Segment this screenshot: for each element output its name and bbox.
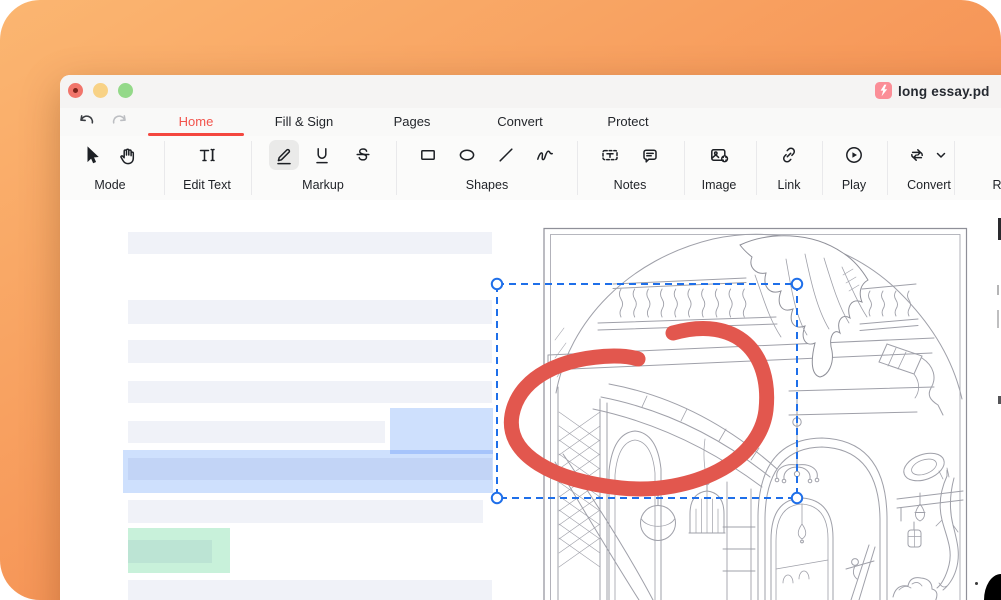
- resize-handle-se[interactable]: [792, 493, 802, 503]
- screenshot-canvas: long essay.pd Home Fill & Sign Pages Conver…: [0, 0, 1001, 600]
- green-highlight[interactable]: [128, 528, 230, 573]
- tab-fill-sign[interactable]: Fill & Sign: [275, 114, 334, 129]
- toolbar-separator: [887, 141, 888, 195]
- cursor-icon[interactable]: [79, 143, 103, 167]
- toolbar-separator: [251, 141, 252, 195]
- line-icon[interactable]: [494, 143, 518, 167]
- rectangle-icon[interactable]: [416, 143, 440, 167]
- toolbar-separator: [822, 141, 823, 195]
- play-icon[interactable]: [842, 143, 866, 167]
- toolbar-separator: [954, 141, 955, 195]
- toolbar-separator: [396, 141, 397, 195]
- zoom-button[interactable]: [118, 83, 133, 98]
- close-button[interactable]: [68, 83, 83, 98]
- clipped-content-right: [997, 285, 999, 295]
- undo-icon[interactable]: [76, 110, 98, 132]
- ellipse-icon[interactable]: [455, 143, 479, 167]
- window-title: long essay.pd: [898, 84, 990, 99]
- toolbar-group-label-edit-text: Edit Text: [183, 178, 231, 192]
- corner-dot: [975, 582, 978, 585]
- text-placeholder-line: [128, 580, 492, 600]
- text-placeholder-line: [128, 381, 492, 403]
- comment-icon[interactable]: [638, 143, 662, 167]
- toolbar-group-label-image: Image: [702, 178, 737, 192]
- strikethrough-icon[interactable]: [351, 143, 375, 167]
- link-icon[interactable]: [777, 143, 801, 167]
- image-icon[interactable]: [707, 143, 731, 167]
- tab-home[interactable]: Home: [179, 114, 214, 129]
- text-placeholder-line: [128, 500, 483, 523]
- pdf-file-icon: [875, 82, 892, 99]
- toolbar-group-label-r: R: [992, 178, 1001, 192]
- underline-icon[interactable]: [310, 143, 334, 167]
- pdf-editor-window: long essay.pd Home Fill & Sign Pages Conver…: [60, 75, 1001, 600]
- text-placeholder-line: [128, 421, 385, 443]
- toolbar-group-label-convert: Convert: [907, 178, 951, 192]
- text-placeholder-line: [128, 300, 492, 324]
- toolbar-group-label-play: Play: [842, 178, 866, 192]
- resize-handle-ne[interactable]: [792, 279, 802, 289]
- toolbar-separator: [684, 141, 685, 195]
- scribble-icon[interactable]: [533, 143, 557, 167]
- redo-icon[interactable]: [108, 110, 130, 132]
- tab-protect[interactable]: Protect: [607, 114, 648, 129]
- resize-handle-sw[interactable]: [492, 493, 502, 503]
- toolbar: Mode Edit Text Markup Shapes Notes Image Link P…: [60, 136, 1001, 201]
- selection-box[interactable]: [490, 277, 810, 507]
- titlebar: long essay.pd: [60, 75, 1001, 109]
- blue-highlight[interactable]: [123, 450, 493, 493]
- minimize-button[interactable]: [93, 83, 108, 98]
- toolbar-separator: [577, 141, 578, 195]
- text-placeholder-line: [128, 232, 492, 254]
- clipped-content-right: [997, 310, 999, 328]
- text-note-icon[interactable]: [598, 143, 622, 167]
- chevron-down-icon[interactable]: [929, 143, 953, 167]
- toolbar-group-label-mode: Mode: [94, 178, 125, 192]
- tab-convert[interactable]: Convert: [497, 114, 543, 129]
- blue-highlight[interactable]: [390, 408, 493, 454]
- hand-icon[interactable]: [116, 143, 140, 167]
- toolbar-group-label-link: Link: [778, 178, 801, 192]
- toolbar-separator: [756, 141, 757, 195]
- convert-icon[interactable]: [905, 143, 929, 167]
- tab-bar: Home Fill & Sign Pages Convert Protect: [60, 108, 1001, 137]
- toolbar-group-label-shapes: Shapes: [466, 178, 508, 192]
- resize-handle-nw[interactable]: [492, 279, 502, 289]
- toolbar-group-label-notes: Notes: [614, 178, 647, 192]
- text-placeholder-line: [128, 340, 492, 363]
- toolbar-separator: [164, 141, 165, 195]
- tab-pages[interactable]: Pages: [394, 114, 431, 129]
- toolbar-group-label-markup: Markup: [302, 178, 344, 192]
- edit-text-icon[interactable]: [195, 143, 219, 167]
- pen-icon[interactable]: [272, 143, 296, 167]
